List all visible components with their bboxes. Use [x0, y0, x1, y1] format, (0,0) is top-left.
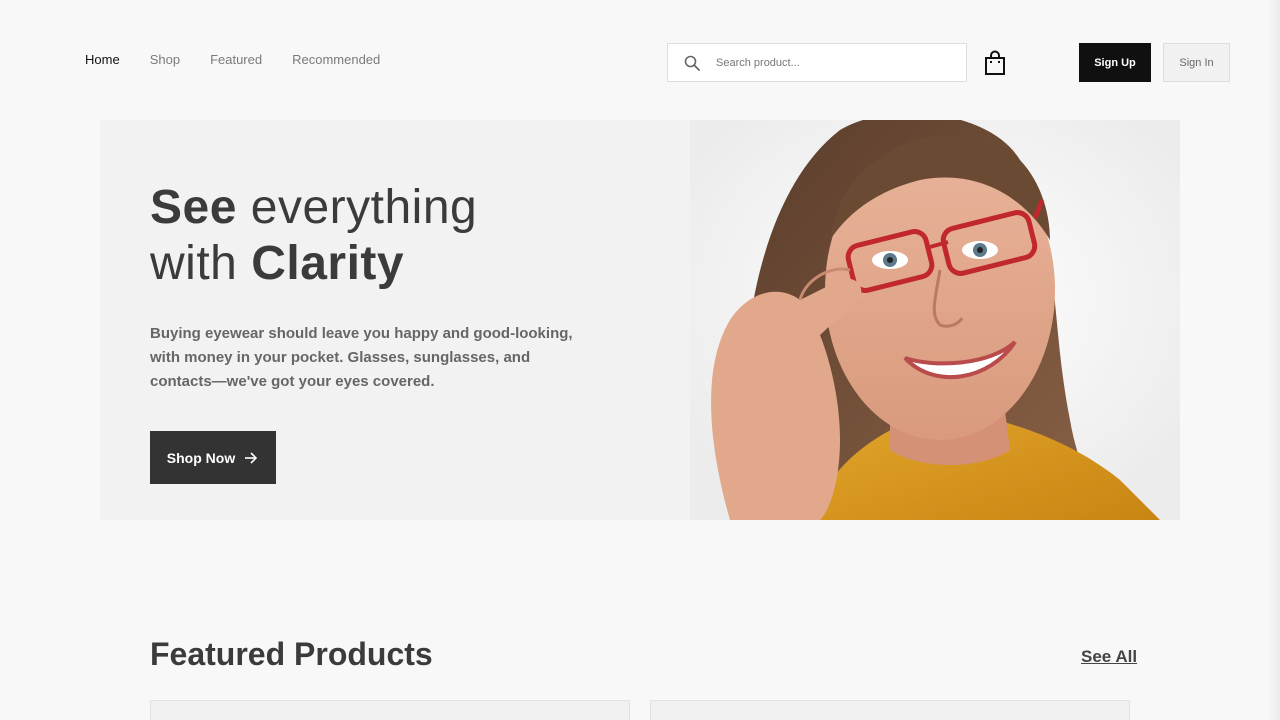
- product-card[interactable]: [150, 700, 630, 720]
- scrollbar-shadow: [1268, 0, 1280, 720]
- shopping-bag-icon[interactable]: [984, 50, 1006, 76]
- search-bar: [667, 43, 967, 82]
- nav-recommended[interactable]: Recommended: [292, 52, 380, 68]
- search-icon: [684, 55, 700, 71]
- featured-products-heading: Featured Products: [150, 636, 433, 672]
- hero-model-image: [690, 120, 1180, 520]
- sign-up-button[interactable]: Sign Up: [1079, 43, 1151, 82]
- nav-shop[interactable]: Shop: [150, 52, 180, 68]
- hero-title-clarity: Clarity: [251, 237, 405, 290]
- main-nav: Home Shop Featured Recommended: [85, 52, 380, 68]
- sign-in-button[interactable]: Sign In: [1163, 43, 1230, 82]
- hero-banner: See everything with Clarity Buying eyewe…: [100, 120, 1180, 520]
- arrow-right-icon: [245, 451, 258, 464]
- product-card[interactable]: [650, 700, 1130, 720]
- hero-description: Buying eyewear should leave you happy an…: [150, 325, 573, 390]
- page: Home Shop Featured Recommended Sign Up S…: [0, 0, 1280, 720]
- hero-title: See everything with Clarity: [150, 180, 477, 292]
- hero-title-everything: everything: [236, 181, 478, 234]
- shop-now-label: Shop Now: [166, 449, 236, 466]
- hero-title-see: See: [150, 181, 237, 234]
- nav-featured[interactable]: Featured: [210, 52, 262, 68]
- shop-now-button[interactable]: Shop Now: [150, 431, 276, 484]
- nav-home[interactable]: Home: [85, 52, 120, 68]
- search-input[interactable]: [716, 56, 946, 69]
- see-all-link[interactable]: See All: [1081, 647, 1137, 667]
- hero-title-with: with: [150, 237, 252, 290]
